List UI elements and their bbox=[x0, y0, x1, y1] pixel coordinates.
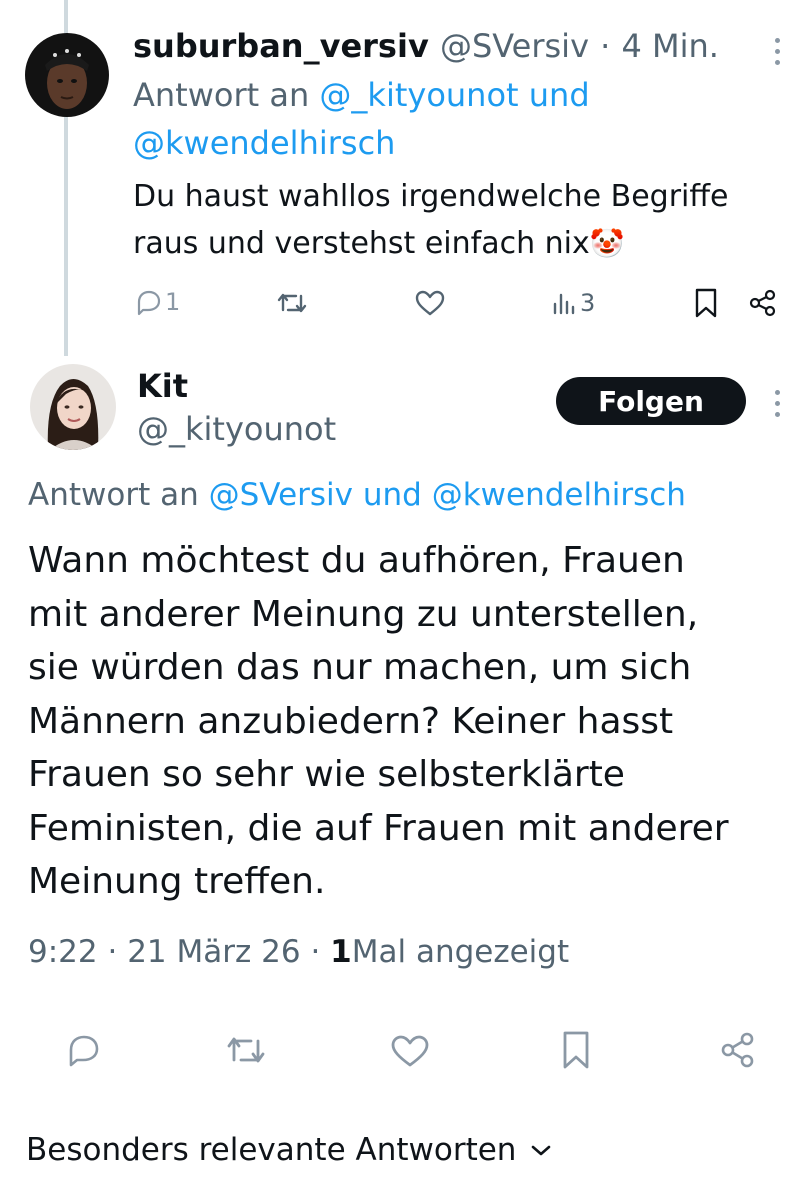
share-icon bbox=[721, 1032, 754, 1068]
reply-text-line-2: raus und verstehst einfach nix🤡 bbox=[133, 219, 625, 269]
main-text-line: mit anderer Meinung zu unterstellen, bbox=[28, 593, 699, 635]
reply-prefix: Antwort an bbox=[133, 76, 310, 114]
main-retweet-button[interactable] bbox=[224, 1033, 268, 1067]
retweet-icon bbox=[277, 293, 307, 313]
reply-icon bbox=[137, 290, 161, 316]
main-text-line: Wann möchtest du aufhören, Frauen bbox=[28, 540, 685, 581]
reply-mention-1[interactable]: @_kityounot und bbox=[319, 76, 589, 114]
main-mention-2[interactable]: @kwendelhirsch bbox=[432, 477, 686, 513]
reply-header: suburban_versiv @SVersiv · 4 Min. bbox=[133, 26, 719, 66]
main-reply-prefix: Antwort an bbox=[28, 477, 199, 513]
main-text-line: Feministen, die auf Frauen mit anderer bbox=[28, 807, 729, 849]
main-mention-1[interactable]: @SVersiv bbox=[209, 477, 353, 513]
bookmark-icon bbox=[695, 288, 717, 318]
clown-emoji: 🤡 bbox=[589, 227, 625, 260]
reply-reply-count: 1 bbox=[165, 288, 181, 316]
views-icon bbox=[553, 293, 575, 315]
main-reply-button[interactable] bbox=[64, 1032, 104, 1068]
main-post-text: Wann möchtest du aufhören, Frauen mit an… bbox=[28, 534, 778, 909]
main-post-meta: 9:22 · 21 März 26 · 1Mal angezeigt bbox=[28, 930, 569, 974]
main-text-line: Meinung treffen. bbox=[28, 861, 326, 902]
sort-label: Besonders relevante Antworten bbox=[26, 1132, 517, 1168]
main-avatar[interactable] bbox=[30, 364, 116, 450]
reply-icon bbox=[69, 1035, 99, 1067]
reply-text-line-1: Du haust wahllos irgendwelche Begriffe bbox=[133, 179, 729, 214]
reply-handle[interactable]: @SVersiv bbox=[440, 27, 589, 65]
like-icon bbox=[415, 290, 445, 316]
main-share-button[interactable] bbox=[718, 1030, 758, 1070]
reply-mention-2[interactable]: @kwendelhirsch bbox=[133, 123, 395, 163]
main-replying-to: Antwort an @SVersiv und @kwendelhirsch bbox=[28, 475, 686, 515]
main-text-line: Frauen so sehr wie selbsterklärte bbox=[28, 754, 625, 795]
reply-text-line-2-content: raus und verstehst einfach nix bbox=[133, 226, 590, 261]
meta-separator: · bbox=[310, 934, 321, 970]
main-handle[interactable]: @_kityounot bbox=[137, 409, 336, 449]
follow-button[interactable]: Folgen bbox=[556, 377, 746, 425]
main-views-number: 1 bbox=[330, 934, 352, 970]
reply-reply-button[interactable]: 1 bbox=[133, 288, 180, 316]
reply-bookmark-button[interactable] bbox=[693, 287, 719, 319]
main-display-name[interactable]: Kit bbox=[137, 366, 188, 406]
main-text-line: Männern anzubiedern? Keiner hasst bbox=[28, 700, 674, 742]
reply-views-count: 3 bbox=[580, 289, 596, 317]
main-text-line: sie würden das nur machen, um sich bbox=[28, 647, 692, 688]
reply-share-button[interactable] bbox=[748, 288, 778, 318]
chevron-down-icon bbox=[532, 1145, 551, 1156]
main-mention-and: und bbox=[362, 477, 422, 513]
main-post-date[interactable]: 21 März 26 bbox=[127, 934, 300, 970]
reply-more-icon[interactable] bbox=[775, 38, 781, 71]
bookmark-icon bbox=[563, 1031, 589, 1069]
reply-retweet-button[interactable] bbox=[276, 290, 308, 316]
share-icon bbox=[749, 289, 776, 317]
main-post-time[interactable]: 9:22 bbox=[28, 934, 98, 970]
retweet-icon bbox=[227, 1037, 265, 1063]
reply-like-button[interactable] bbox=[414, 289, 446, 317]
meta-separator: · bbox=[107, 934, 118, 970]
reply-separator: · bbox=[600, 27, 611, 65]
avatar[interactable] bbox=[25, 33, 109, 117]
main-views-label: Mal angezeigt bbox=[351, 934, 570, 970]
main-bookmark-button[interactable] bbox=[560, 1029, 592, 1071]
replies-sort-dropdown[interactable]: Besonders relevante Antworten bbox=[26, 1132, 554, 1168]
reply-views-button[interactable]: 3 bbox=[552, 289, 595, 317]
avatar-image bbox=[25, 33, 109, 117]
reply-display-name[interactable]: suburban_versiv bbox=[133, 27, 429, 65]
main-more-icon[interactable] bbox=[775, 390, 781, 423]
reply-replying-to: Antwort an @_kityounot und bbox=[133, 75, 590, 115]
reply-time[interactable]: 4 Min. bbox=[621, 27, 718, 65]
main-like-button[interactable] bbox=[389, 1033, 431, 1069]
like-icon bbox=[391, 1035, 429, 1067]
main-avatar-image bbox=[30, 364, 116, 450]
